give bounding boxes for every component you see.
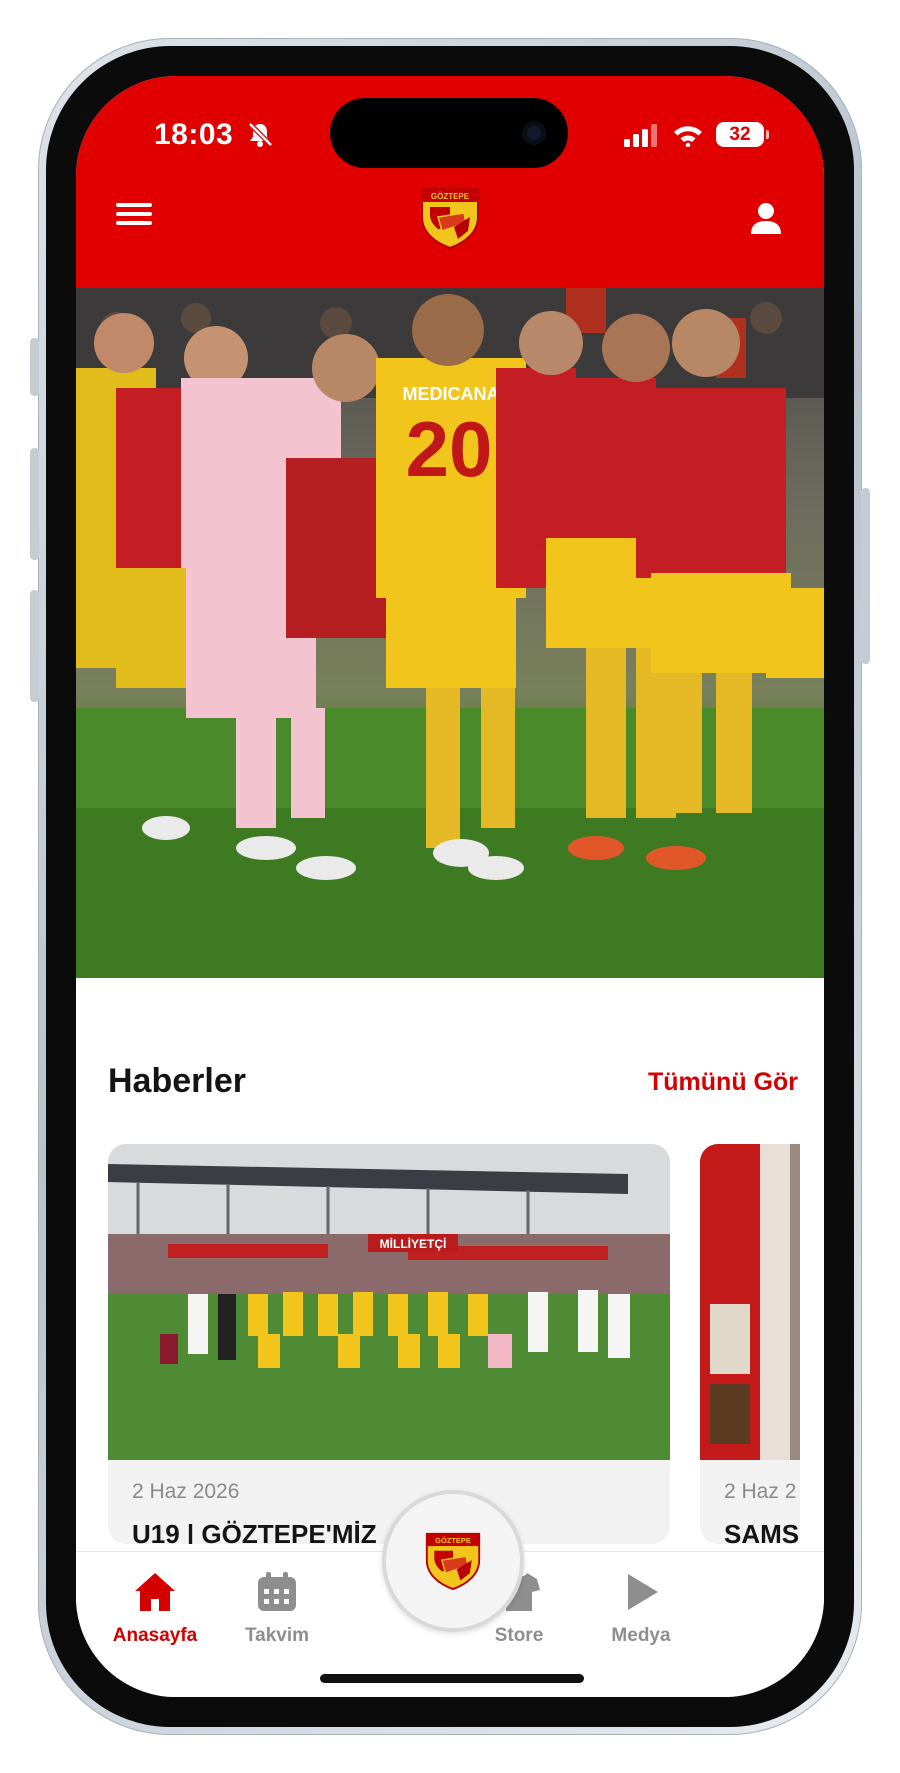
tab-takvim[interactable]: Takvim: [222, 1570, 332, 1660]
news-card[interactable]: MİLLİYETÇİ 2 Haz 2026 U19 | GÖZTEPE'MİZ …: [108, 1144, 670, 1544]
hero-image[interactable]: MEDICANA 20: [76, 288, 824, 978]
goztepe-crest-icon: GÖZTEPE: [425, 1532, 481, 1590]
logo-text: GÖZTEPE: [431, 192, 470, 201]
jersey-number: 20: [406, 405, 493, 493]
tab-label: Takvim: [244, 1625, 310, 1646]
locker-room-photo: [700, 1144, 800, 1460]
bell-off-icon: [248, 122, 273, 147]
battery-level: 32: [729, 123, 751, 145]
team-group-photo: MİLLİYETÇİ: [108, 1144, 670, 1460]
home-icon: [135, 1573, 175, 1611]
news-section-title: Haberler: [108, 1062, 246, 1100]
status-icons: 32: [624, 122, 769, 147]
volume-up-button: [30, 448, 39, 560]
center-logo-button[interactable]: GÖZTEPE: [382, 1490, 524, 1632]
jersey-name: MEDICANA: [403, 384, 500, 404]
dynamic-island: [330, 98, 568, 168]
status-time: 18:03: [154, 118, 234, 151]
tab-label: Anasayfa: [112, 1625, 198, 1646]
goztepe-crest-logo[interactable]: GÖZTEPE: [418, 187, 482, 249]
news-card-title: SAMS: [724, 1519, 800, 1544]
tab-medya[interactable]: Medya: [586, 1570, 696, 1660]
calendar-icon: [258, 1572, 296, 1611]
news-card-image: [700, 1144, 800, 1460]
news-card[interactable]: 2 Haz 2 SAMS: [700, 1144, 800, 1544]
stadium-banner: MİLLİYETÇİ: [380, 1236, 447, 1251]
hamburger-menu-icon[interactable]: [114, 198, 154, 238]
battery-icon: 32: [716, 122, 769, 147]
news-card-date: 2 Haz 2026: [132, 1480, 240, 1503]
team-celebration-photo: MEDICANA 20: [76, 288, 824, 978]
tab-label: Store: [494, 1625, 544, 1646]
see-all-news-link[interactable]: Tümünü Gör: [648, 1068, 798, 1097]
app-screen: 18:03 32 GÖZTEPE MEDICANA 20 Haberler Tü…: [76, 76, 824, 1697]
volume-down-button: [30, 590, 39, 702]
app-header: 18:03 32 GÖZTEPE: [76, 76, 824, 288]
tab-label: Medya: [611, 1625, 671, 1646]
news-section-header: Haberler Tümünü Gör: [108, 1062, 798, 1112]
wifi-icon: [674, 125, 702, 147]
news-card-date: 2 Haz 2: [724, 1480, 797, 1503]
logo-text: GÖZTEPE: [435, 1536, 471, 1545]
home-indicator[interactable]: [320, 1674, 584, 1683]
play-icon: [628, 1574, 658, 1610]
tab-anasayfa[interactable]: Anasayfa: [100, 1570, 210, 1660]
profile-icon[interactable]: [746, 198, 786, 238]
front-camera: [522, 121, 546, 145]
signal-icon: [624, 123, 657, 147]
news-card-image: MİLLİYETÇİ: [108, 1144, 670, 1460]
power-button: [861, 488, 870, 664]
action-button: [30, 338, 39, 396]
